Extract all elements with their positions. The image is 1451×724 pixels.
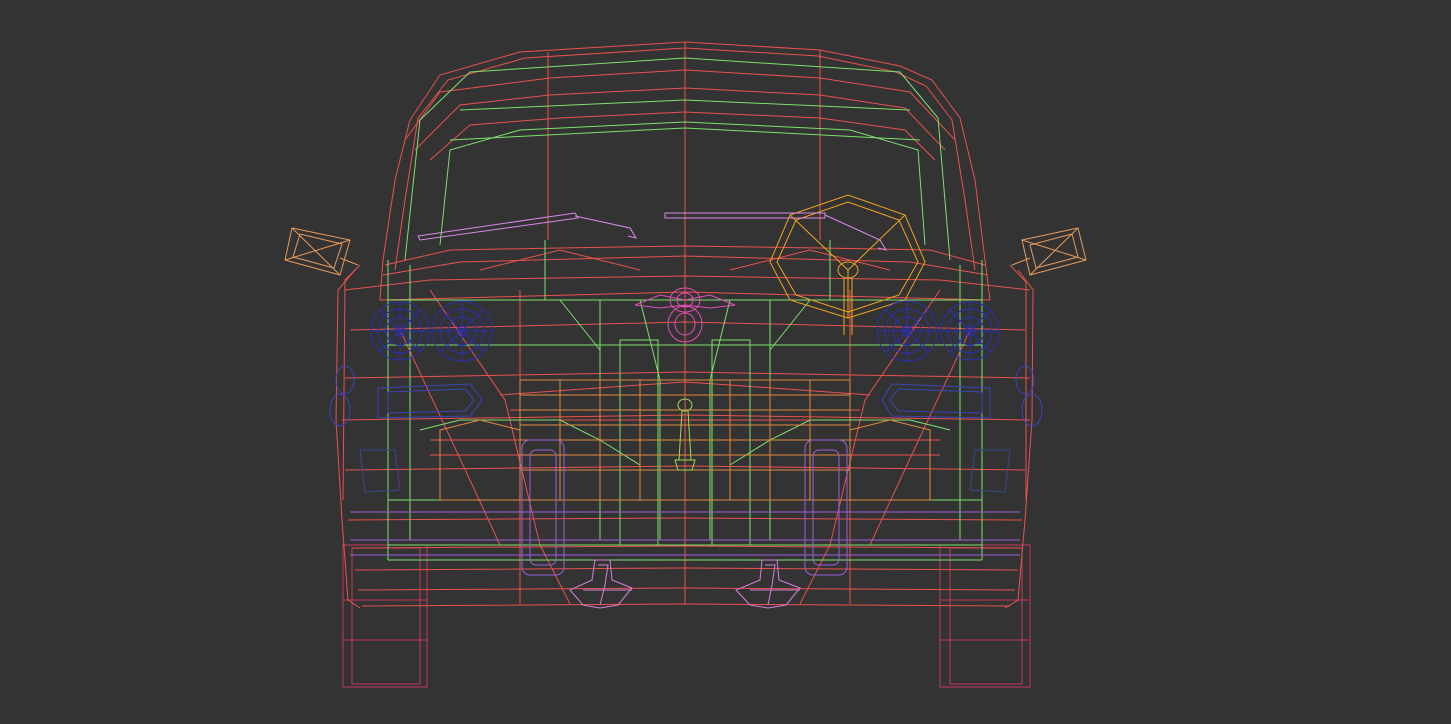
left-tire	[343, 545, 427, 687]
3d-viewport[interactable]	[0, 0, 1451, 724]
right-outer-headlight	[941, 302, 999, 360]
right-tire	[940, 545, 1030, 687]
wipers	[418, 213, 886, 250]
steering-wheel	[770, 195, 925, 335]
turn-signals	[330, 366, 1042, 492]
right-inner-headlight	[877, 301, 937, 361]
car-wireframe-model[interactable]	[0, 0, 1451, 724]
left-outer-headlight	[371, 302, 429, 360]
left-inner-headlight	[432, 301, 492, 361]
tires	[343, 545, 1030, 687]
